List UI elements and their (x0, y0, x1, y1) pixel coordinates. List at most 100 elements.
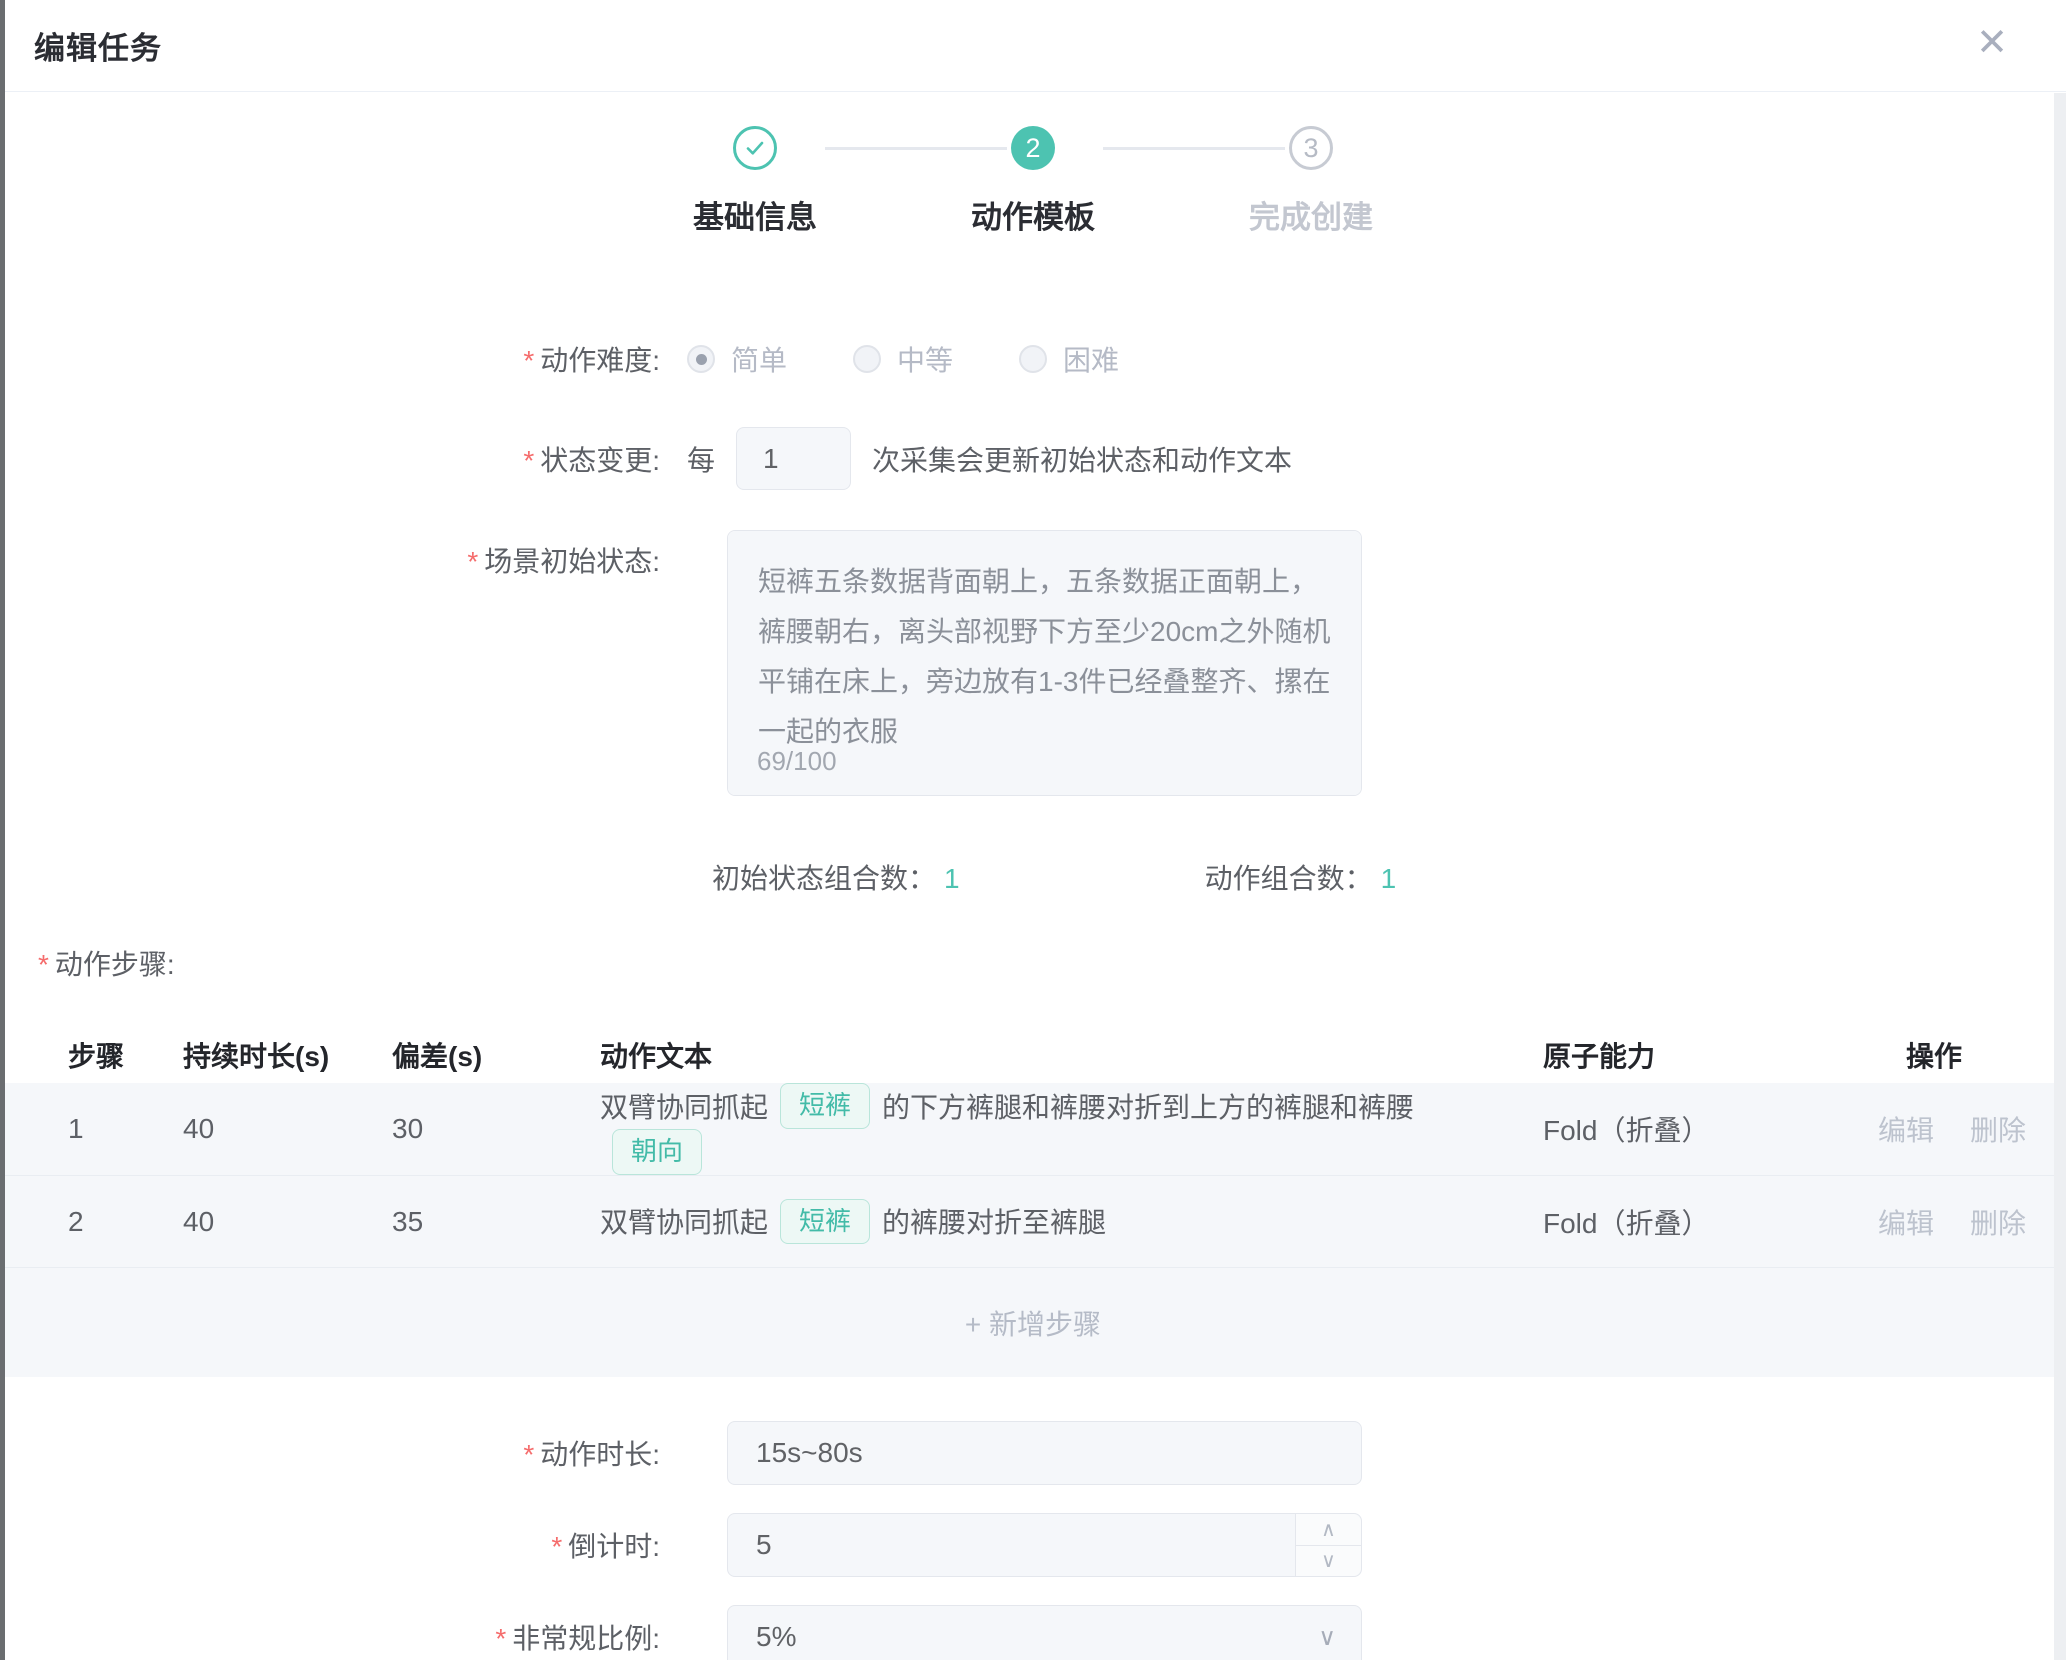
cell-actions: 编辑删除 (1878, 1202, 2066, 1242)
required-marker: * (495, 1623, 506, 1654)
column-header: 偏差(s) (392, 1035, 600, 1075)
column-header: 操作 (1878, 1035, 2066, 1075)
action-combos-label: 动作组合数： (1205, 863, 1373, 894)
radio-label: 困难 (1063, 339, 1119, 379)
required-marker: * (38, 949, 49, 980)
unusual-ratio-row: *非常规比例: 5% ∨ (0, 1605, 2066, 1660)
required-marker: * (551, 1531, 562, 1562)
delete-button[interactable]: 删除 (1970, 1109, 2026, 1149)
action-text: 的裤腰对折至裤腿 (882, 1201, 1106, 1241)
step-done: 基础信息 (616, 126, 894, 237)
action-steps-label: *动作步骤: (0, 943, 2066, 983)
cell-action-text: 双臂协同抓起短裤的下方裤腿和裤腰对折到上方的裤腿和裤腰朝向 (600, 1083, 1543, 1175)
action-steps-section: *动作步骤: 步骤持续时长(s)偏差(s)动作文本原子能力操作 14030双臂协… (0, 943, 2066, 1377)
initial-combos-label: 初始状态组合数： (712, 863, 936, 894)
table-row: 14030双臂协同抓起短裤的下方裤腿和裤腰对折到上方的裤腿和裤腰朝向Fold（折… (0, 1083, 2066, 1175)
cell-action-text: 双臂协同抓起短裤的裤腰对折至裤腿 (600, 1199, 1543, 1245)
difficulty-label: *动作难度: (0, 339, 660, 379)
check-icon (742, 135, 768, 161)
cell-deviation: 35 (392, 1206, 600, 1238)
add-step-button[interactable]: + 新增步骤 (0, 1267, 2066, 1377)
step-circle-pending[interactable]: 3 (1289, 126, 1333, 170)
required-marker: * (467, 546, 478, 577)
radio-dot (696, 354, 707, 365)
column-header: 原子能力 (1543, 1035, 1878, 1075)
form-bottom: *动作时长: *倒计时: ∧ ∨ *非常规比例: 5% ∨ (0, 1421, 2066, 1660)
dialog-header: 编辑任务 ✕ (0, 0, 2066, 92)
column-header: 动作文本 (600, 1035, 1543, 1075)
step-circle-done[interactable] (733, 126, 777, 170)
close-icon[interactable]: ✕ (1976, 24, 2008, 62)
state-change-suffix: 次采集会更新初始状态和动作文本 (872, 439, 1292, 479)
stepper: 基础信息 2 动作模板 3 完成创建 (0, 92, 2066, 237)
unusual-ratio-select[interactable]: 5% (727, 1605, 1362, 1660)
state-change-label: *状态变更: (0, 439, 660, 479)
action-duration-row: *动作时长: (0, 1421, 2066, 1485)
required-marker: * (523, 445, 534, 476)
initial-combos-value: 1 (944, 863, 960, 894)
radio-label: 中等 (897, 339, 953, 379)
step-label: 基础信息 (693, 192, 817, 237)
cell-deviation: 30 (392, 1113, 600, 1145)
chevron-down-icon: ∨ (1318, 1623, 1336, 1652)
initial-state-label: *场景初始状态: (0, 530, 660, 580)
step-active: 2 动作模板 (894, 126, 1172, 237)
edit-button[interactable]: 编辑 (1878, 1109, 1934, 1149)
number-spinner: ∧ ∨ (1295, 1514, 1361, 1576)
table-row: 24035双臂协同抓起短裤的裤腰对折至裤腿Fold（折叠）编辑删除 (0, 1175, 2066, 1267)
step-circle-active[interactable]: 2 (1011, 126, 1055, 170)
table-body: 14030双臂协同抓起短裤的下方裤腿和裤腰对折到上方的裤腿和裤腰朝向Fold（折… (0, 1083, 2066, 1267)
page-left-edge (0, 0, 5, 1660)
countdown-label: *倒计时: (0, 1525, 660, 1565)
unusual-ratio-label: *非常规比例: (0, 1617, 660, 1657)
edit-button[interactable]: 编辑 (1878, 1202, 1934, 1242)
difficulty-options: 简单 中等 困难 (687, 339, 1185, 379)
delete-button[interactable]: 删除 (1970, 1202, 2026, 1242)
step-pending: 3 完成创建 (1172, 126, 1450, 237)
entity-tag: 朝向 (612, 1129, 702, 1175)
state-change-row: *状态变更: 每 次采集会更新初始状态和动作文本 (0, 427, 2066, 490)
state-change-prefix: 每 (687, 439, 715, 479)
dialog-title: 编辑任务 (34, 23, 162, 68)
char-counter: 69/100 (757, 746, 837, 777)
state-change-input[interactable] (736, 427, 851, 490)
spinner-up-icon[interactable]: ∧ (1296, 1514, 1361, 1546)
radio-label: 简单 (731, 339, 787, 379)
edit-task-dialog: 编辑任务 ✕ 基础信息 2 动作模板 3 完成创建 *动作难度: 简单 中等 困难 *状态变… (0, 0, 2066, 1660)
cell-ability: Fold（折叠） (1543, 1109, 1878, 1149)
step-label: 完成创建 (1249, 192, 1373, 237)
countdown-row: *倒计时: ∧ ∨ (0, 1513, 2066, 1577)
action-combos-value: 1 (1381, 863, 1397, 894)
radio-option[interactable]: 中等 (853, 339, 953, 379)
cell-step: 2 (68, 1206, 183, 1238)
cell-duration: 40 (183, 1113, 392, 1145)
action-text: 双臂协同抓起 (600, 1201, 768, 1241)
radio-option[interactable]: 困难 (1019, 339, 1119, 379)
column-header: 步骤 (68, 1035, 183, 1075)
action-duration-label: *动作时长: (0, 1433, 660, 1473)
radio-option-selected[interactable]: 简单 (687, 339, 787, 379)
entity-tag: 短裤 (780, 1083, 870, 1129)
entity-tag: 短裤 (780, 1199, 870, 1245)
required-marker: * (523, 1439, 534, 1470)
step-label: 动作模板 (971, 192, 1095, 237)
table-header: 步骤持续时长(s)偏差(s)动作文本原子能力操作 (0, 1027, 2066, 1083)
initial-state-row: *场景初始状态: 短裤五条数据背面朝上，五条数据正面朝上，裤腰朝右，离头部视野下… (0, 530, 2066, 801)
difficulty-row: *动作难度: 简单 中等 困难 (0, 337, 2066, 381)
cell-duration: 40 (183, 1206, 392, 1238)
combos-row: 初始状态组合数： 1 动作组合数： 1 (0, 857, 2066, 897)
column-header: 持续时长(s) (183, 1035, 392, 1075)
required-marker: * (523, 345, 534, 376)
cell-step: 1 (68, 1113, 183, 1145)
radio-circle-icon (853, 345, 881, 373)
cell-ability: Fold（折叠） (1543, 1202, 1878, 1242)
spinner-down-icon[interactable]: ∨ (1296, 1546, 1361, 1577)
action-duration-input[interactable] (727, 1421, 1362, 1485)
countdown-input[interactable] (727, 1513, 1362, 1577)
radio-circle-icon (1019, 345, 1047, 373)
form-main: *动作难度: 简单 中等 困难 *状态变更: 每 次采集会更新初始状态和动作文本 *… (0, 337, 2066, 897)
action-text: 的下方裤腿和裤腰对折到上方的裤腿和裤腰 (882, 1086, 1414, 1126)
scrollbar-track[interactable] (2054, 93, 2066, 1660)
cell-actions: 编辑删除 (1878, 1109, 2066, 1149)
action-text: 双臂协同抓起 (600, 1086, 768, 1126)
